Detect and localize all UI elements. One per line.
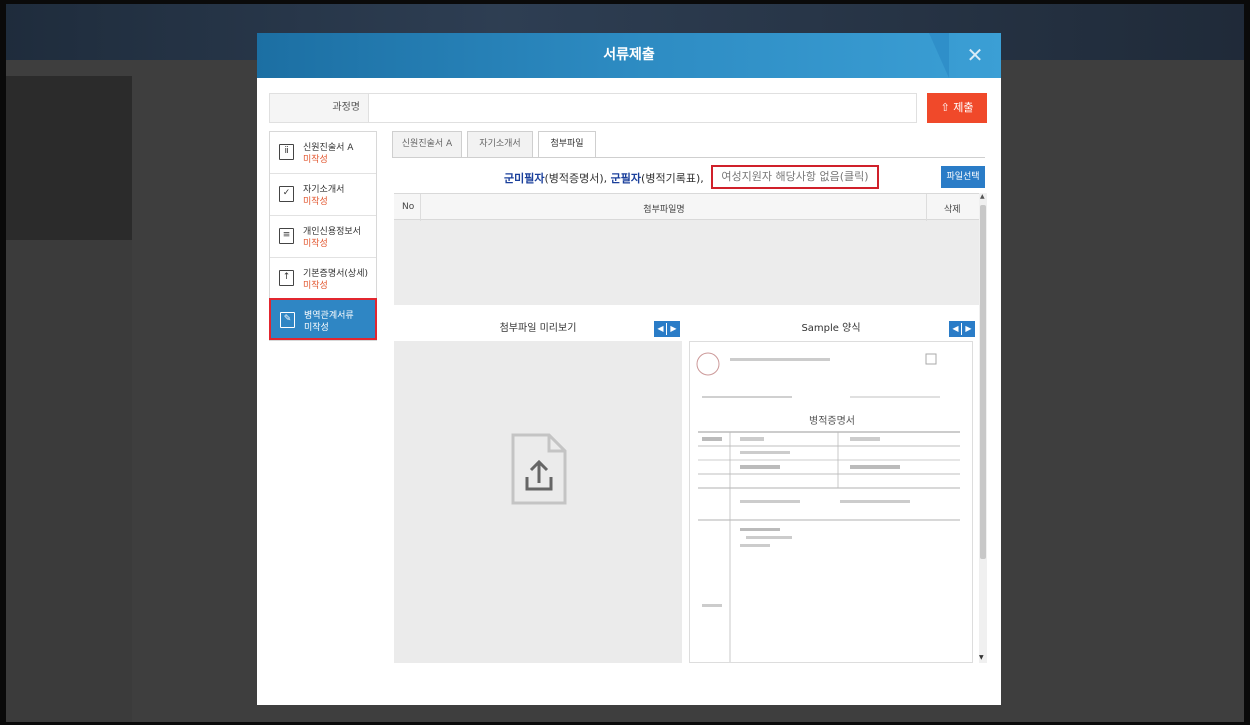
list-document-icon: ≡ xyxy=(279,228,294,244)
course-label: 과정명 xyxy=(269,93,369,123)
course-input[interactable] xyxy=(369,93,917,123)
sample-doc-title: 병적증명서 xyxy=(809,415,855,427)
tab-self-introduction[interactable]: 자기소개서 xyxy=(467,131,533,157)
document-list: ⅱ 신원진술서 A 미작성 ✓ 자기소개서 미작성 ≡ 개인신용정보서 미작성 … xyxy=(269,131,377,341)
doc-item-credit-info[interactable]: ≡ 개인신용정보서 미작성 xyxy=(270,216,376,258)
background-left-nav xyxy=(6,76,132,722)
modal-title: 서류제출 xyxy=(603,47,655,63)
doc-item-military-documents[interactable]: ✎ 병역관계서류 미작성 xyxy=(269,298,377,340)
upload-icon: ⇧ xyxy=(940,101,950,114)
course-row: 과정명 ⇧ 제출 xyxy=(269,93,987,123)
edit-icon: ✎ xyxy=(280,312,295,328)
doc-item-status: 미작성 xyxy=(304,323,329,333)
doc-item-status: 미작성 xyxy=(303,197,328,207)
sample-document-image: 병적증명서 xyxy=(696,352,960,662)
doc-item-status: 미작성 xyxy=(303,155,328,165)
tab-divider xyxy=(392,157,985,158)
notice-row: 군미필자(병적증명서), 군필자(병적기록표), 여성지원자 해당사항 없음(클… xyxy=(392,164,985,190)
background-screen: 서류제출 ✕ 과정명 ⇧ 제출 ⅱ 신원진술서 A 미작성 ✓ 자기소개서 미작… xyxy=(6,4,1244,722)
sample-pager: ◀ ▶ xyxy=(949,321,975,337)
vertical-scrollbar[interactable]: ▲ ▼ xyxy=(979,193,987,663)
sample-form-panel: 병적증명서 xyxy=(689,341,973,663)
notice-text: 군미필자(병적증명서), 군필자(병적기록표), xyxy=(504,170,704,186)
file-select-button[interactable]: 파일선택 xyxy=(941,166,985,188)
preview-pager: ◀ ▶ xyxy=(654,321,680,337)
submit-label: 제출 xyxy=(953,101,974,114)
female-not-applicable-button[interactable]: 여성지원자 해당사항 없음(클릭) xyxy=(711,165,879,189)
attachment-preview-panel xyxy=(394,341,682,663)
notice-served-doc: (병적기록표), xyxy=(641,172,704,185)
modal-header: 서류제출 ✕ xyxy=(257,33,1001,78)
scroll-down-icon[interactable]: ▼ xyxy=(979,654,984,661)
sample-next-icon[interactable]: ▶ xyxy=(962,321,975,337)
preview-title: 첨부파일 미리보기 xyxy=(499,323,577,334)
close-icon[interactable]: ✕ xyxy=(949,33,1001,78)
notice-served-label: 군필자 xyxy=(610,172,642,185)
doc-item-self-introduction[interactable]: ✓ 자기소개서 미작성 xyxy=(270,174,376,216)
file-table-header: No 첨부파일명 삭제 xyxy=(394,193,979,221)
preview-next-icon[interactable]: ▶ xyxy=(667,321,680,337)
doc-item-status: 미작성 xyxy=(303,239,328,249)
sample-title: Sample 양식 xyxy=(801,323,861,334)
doc-item-basic-certificate[interactable]: ↑ 기본증명서(상세) 미작성 xyxy=(270,258,376,300)
upload-icon: ↑ xyxy=(279,270,294,286)
col-delete: 삭제 xyxy=(944,205,961,215)
document-submit-modal: 서류제출 ✕ 과정명 ⇧ 제출 ⅱ 신원진술서 A 미작성 ✓ 자기소개서 미작… xyxy=(257,33,1001,705)
file-table: No 첨부파일명 삭제 xyxy=(394,193,979,305)
doc-item-identity-statement[interactable]: ⅱ 신원진술서 A 미작성 xyxy=(270,132,376,174)
scroll-up-icon[interactable]: ▲ xyxy=(980,193,985,200)
notice-unserved-label: 군미필자 xyxy=(504,172,545,185)
tab-identity-statement[interactable]: 신원진술서 A xyxy=(392,131,462,157)
document-icon: ⅱ xyxy=(279,144,294,160)
scroll-thumb[interactable] xyxy=(980,205,986,559)
doc-item-status: 미작성 xyxy=(303,281,328,291)
submit-button[interactable]: ⇧ 제출 xyxy=(927,93,987,123)
col-file-name: 첨부파일명 xyxy=(643,205,685,215)
tab-attachments[interactable]: 첨부파일 xyxy=(538,131,596,158)
file-upload-icon xyxy=(511,433,567,505)
notice-unserved-doc: (병적증명서), xyxy=(544,172,608,185)
checkbox-icon: ✓ xyxy=(279,186,294,202)
